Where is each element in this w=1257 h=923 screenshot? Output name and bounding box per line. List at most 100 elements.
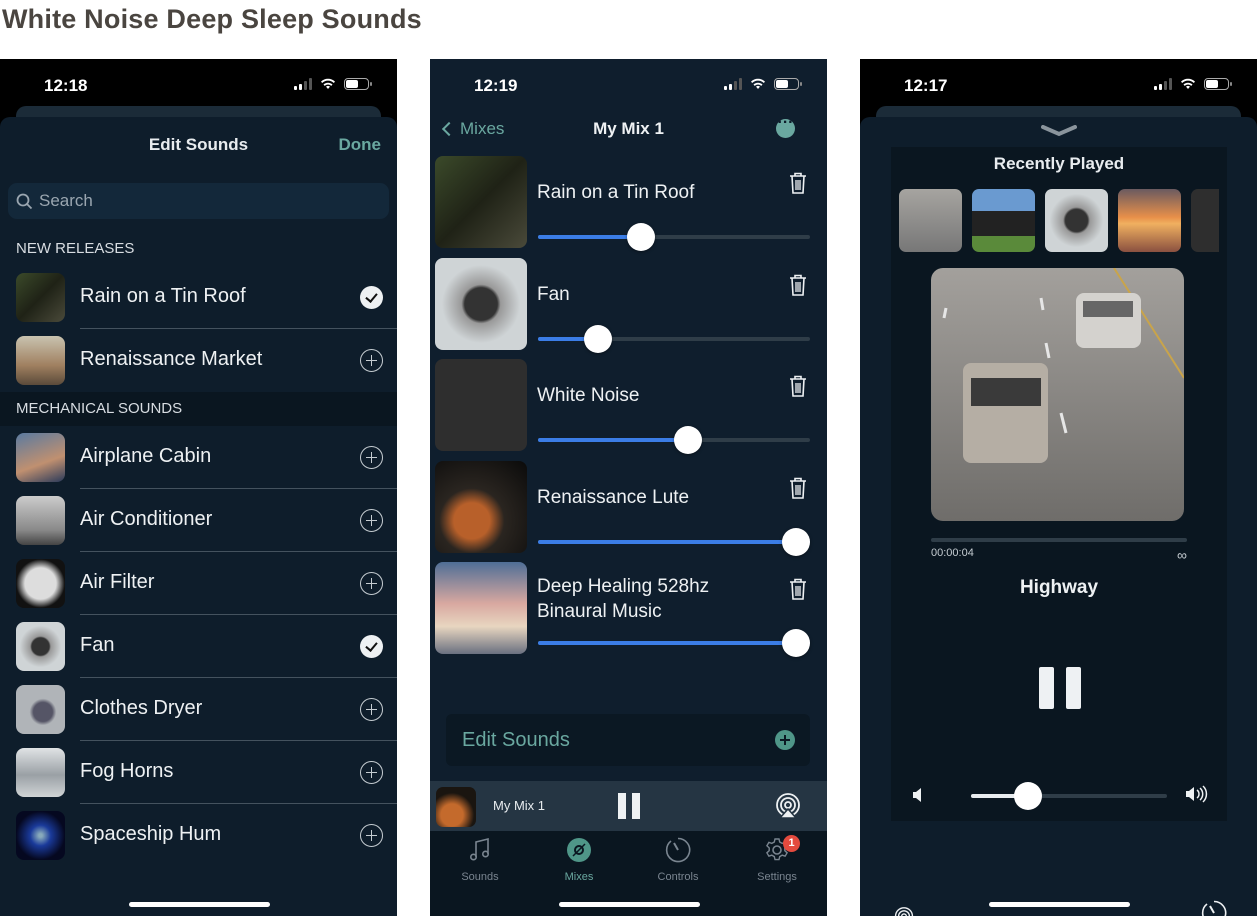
add-circle-icon[interactable] [360, 349, 383, 372]
volume-slider[interactable] [538, 527, 810, 556]
tab-sounds[interactable]: Sounds [440, 837, 520, 883]
sound-list-item[interactable]: Air Conditioner [0, 489, 397, 552]
add-circle-icon[interactable] [360, 509, 383, 532]
mini-player[interactable]: My Mix 1 [430, 781, 827, 831]
mix-item: Fan [430, 257, 827, 359]
status-bar: 12:18 [0, 59, 397, 111]
sound-thumbnail [435, 257, 527, 350]
add-circle-icon[interactable] [360, 572, 383, 595]
mix-item: Deep Healing 528hz Binaural Music [430, 562, 827, 663]
sound-list-item[interactable]: Airplane Cabin [0, 426, 397, 489]
wifi-icon [751, 78, 765, 89]
sound-thumbnail [16, 433, 65, 482]
notification-badge: 1 [783, 835, 800, 852]
add-circle-icon[interactable] [360, 761, 383, 784]
trash-icon[interactable] [789, 477, 807, 499]
track-artwork [931, 268, 1184, 521]
sound-label: Fog Horns [80, 760, 174, 782]
mix-title: My Mix 1 [593, 119, 664, 138]
trash-icon[interactable] [789, 172, 807, 194]
tab-controls[interactable]: Controls [638, 837, 718, 883]
volume-slider[interactable] [538, 223, 810, 251]
chevron-down-icon[interactable] [1040, 125, 1077, 137]
slider-knob[interactable] [673, 426, 702, 454]
slider-knob[interactable] [627, 223, 656, 251]
volume-low-icon [913, 788, 921, 802]
pause-button[interactable] [1039, 667, 1081, 709]
pause-button[interactable] [618, 793, 640, 819]
sound-thumbnail [16, 622, 65, 671]
add-circle-icon[interactable] [360, 824, 383, 847]
recent-sound-thumbnail[interactable] [1045, 189, 1108, 252]
recent-sound-thumbnail[interactable] [899, 189, 962, 252]
recent-sound-thumbnail[interactable] [1191, 189, 1219, 252]
tab-label: Mixes [564, 871, 594, 883]
battery-icon [344, 78, 372, 90]
sound-list-item[interactable]: Fan [0, 615, 397, 678]
slider-fill [538, 235, 642, 239]
search-field[interactable] [8, 183, 389, 219]
section-header: NEW RELEASES [0, 232, 397, 266]
recently-played-list [899, 189, 1219, 252]
search-input[interactable] [39, 191, 339, 211]
sound-label: Deep Healing 528hz Binaural Music [537, 576, 710, 622]
signal-icon [724, 78, 742, 90]
sound-thumbnail [16, 496, 65, 545]
tab-mixes[interactable]: Mixes [539, 837, 619, 883]
volume-high-icon [1186, 785, 1208, 803]
recently-played-title: Recently Played [993, 154, 1125, 173]
volume-knob[interactable] [1013, 782, 1042, 810]
add-circle-icon[interactable] [360, 446, 383, 469]
slider-knob[interactable] [782, 527, 810, 556]
playback-progress[interactable] [931, 538, 1187, 542]
sound-label: Air Filter [80, 571, 155, 593]
home-indicator [128, 902, 270, 907]
edit-sounds-button[interactable]: Edit Sounds [446, 714, 810, 766]
slider-knob[interactable] [782, 629, 810, 657]
mix-item: White Noise [430, 359, 827, 460]
mix-screen: 12:19 Mixes My Mix 1 Rain on a Tin Roof … [430, 59, 827, 916]
airplay-icon[interactable] [894, 907, 914, 916]
sound-list-item[interactable]: Renaissance Market [0, 329, 397, 392]
plus-icon [775, 730, 795, 750]
sound-list-item[interactable]: Rain on a Tin Roof [0, 266, 397, 329]
volume-slider[interactable] [971, 782, 1167, 810]
trash-icon[interactable] [789, 578, 807, 600]
sound-list-item[interactable]: Spaceship Hum [0, 804, 397, 867]
nav-bar: Mixes My Mix 1 [430, 114, 827, 157]
volume-slider[interactable] [538, 629, 810, 657]
battery-icon [774, 78, 802, 90]
checkmark-circle-icon[interactable] [360, 635, 383, 658]
player-sheet: Recently Played 00:00:04 ∞ Highway [860, 117, 1257, 916]
sound-thumbnail [435, 156, 527, 248]
tab-settings[interactable]: 1 Settings [737, 835, 817, 883]
sound-label: Air Conditioner [80, 508, 213, 530]
sound-thumbnail [16, 685, 65, 734]
airplay-icon[interactable] [775, 793, 801, 819]
sound-list-item[interactable]: Fog Horns [0, 741, 397, 804]
search-icon [16, 193, 33, 209]
sound-thumbnail [16, 748, 65, 797]
done-button[interactable]: Done [339, 135, 382, 155]
more-options-icon[interactable] [776, 114, 795, 138]
sound-list-item[interactable]: Clothes Dryer [0, 678, 397, 741]
recent-sound-thumbnail[interactable] [1118, 189, 1181, 252]
recent-sound-thumbnail[interactable] [972, 189, 1035, 252]
sound-list-item[interactable]: Air Filter [0, 552, 397, 615]
checkmark-circle-icon[interactable] [360, 286, 383, 309]
trash-icon[interactable] [789, 274, 807, 296]
infinite-duration-icon: ∞ [1177, 547, 1187, 563]
edit-sounds-sheet: Edit Sounds Done NEW RELEASES Rain on a … [0, 117, 397, 916]
elapsed-time: 00:00:04 [931, 547, 974, 559]
home-indicator [988, 902, 1130, 907]
trash-icon[interactable] [789, 375, 807, 397]
page-title: White Noise Deep Sleep Sounds [2, 4, 422, 34]
volume-slider[interactable] [538, 324, 810, 353]
volume-slider[interactable] [538, 426, 810, 454]
mix-item: Renaissance Lute [430, 460, 827, 562]
add-circle-icon[interactable] [360, 698, 383, 721]
slider-knob[interactable] [583, 324, 612, 353]
sheet-title: Edit Sounds [148, 135, 249, 154]
sleep-timer-icon[interactable] [1201, 900, 1227, 916]
sound-thumbnail [16, 273, 65, 322]
